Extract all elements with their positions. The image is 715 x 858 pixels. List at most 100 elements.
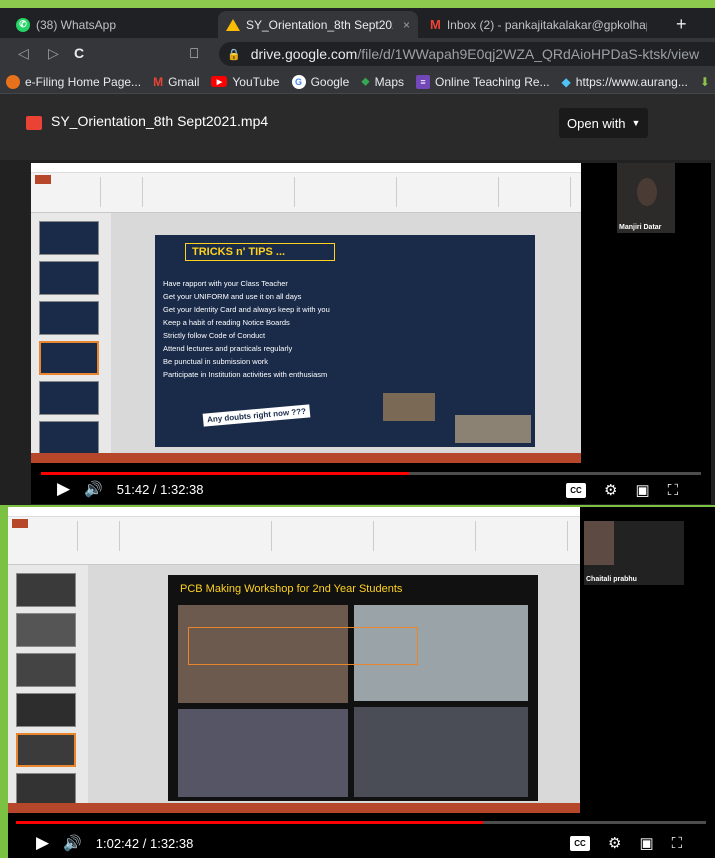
bookmark-aurang[interactable]: ◆ https://www.aurang... xyxy=(562,75,688,89)
tab-drive-video[interactable]: SY_Orientation_8th Sept2021.mp4 × xyxy=(218,11,418,38)
bookmarks-bar: e-Filing Home Page... M Gmail ▶ YouTube GG… xyxy=(0,70,715,94)
whatsapp-icon: ✆ xyxy=(16,17,30,32)
workshop-photo xyxy=(354,707,528,797)
powerpoint-window: PCB Making Workshop for 2nd Year Student… xyxy=(8,507,580,813)
slide-thumbnail[interactable] xyxy=(16,573,76,607)
slide-bullets: Have rapport with your Class Teacher Get… xyxy=(163,277,403,381)
bookmark-maps[interactable]: ⬥ Maps xyxy=(361,74,404,89)
volume-icon[interactable]: 🔊 xyxy=(63,834,82,852)
miniplayer-icon[interactable]: ▣ xyxy=(635,481,649,499)
bookmark-efiling[interactable]: e-Filing Home Page... xyxy=(6,74,141,89)
slide-thumbnail[interactable] xyxy=(16,613,76,647)
ppt-ribbon xyxy=(31,163,581,213)
video-progress-bar[interactable] xyxy=(16,821,706,824)
open-with-button[interactable]: Open with ▼ xyxy=(559,108,649,138)
tab-gmail[interactable]: M Inbox (2) - pankajitakalakar@gpkolhap xyxy=(422,11,662,38)
address-bar[interactable]: 🔒 drive.google.com /file/d/1WWapah9E0qj2… xyxy=(219,42,715,66)
volume-icon[interactable]: 🔊 xyxy=(84,480,103,498)
slide-thumbnail[interactable] xyxy=(16,773,76,807)
video-controls-right: CC ⚙ ▣ ⛶ xyxy=(566,481,678,499)
back-icon[interactable]: ◁ xyxy=(18,45,29,62)
fullscreen-icon[interactable]: ⛶ xyxy=(672,835,683,852)
participant-name: Manjiri Datar xyxy=(619,224,662,231)
bookmark-label: Google xyxy=(310,74,350,89)
top-green-strip xyxy=(0,0,715,8)
video-controls-left: ▶ 🔊 51:42 / 1:32:38 xyxy=(57,479,204,499)
bookmark-icon: ⬇ xyxy=(699,74,710,89)
participant-name: Chaitali prabhu xyxy=(586,576,637,583)
participant-video: Manjiri Datar xyxy=(617,163,675,233)
google-drive-icon xyxy=(226,18,240,31)
new-tab-button[interactable]: + xyxy=(676,15,687,33)
tab-label: (38) WhatsApp xyxy=(36,17,117,32)
bookmark-sa[interactable]: ⬇sa xyxy=(700,75,715,89)
slide-thumbnail[interactable] xyxy=(39,261,99,295)
video-progress-played xyxy=(16,821,484,824)
miniplayer-icon[interactable]: ▣ xyxy=(639,834,653,852)
bookmark-star-icon[interactable]: ⎕ xyxy=(190,45,198,62)
reload-icon[interactable]: C xyxy=(74,45,84,61)
participant-avatar xyxy=(584,521,614,565)
slide-title: TRICKS n' TIPS ... xyxy=(185,243,335,261)
bookmark-online-teaching[interactable]: ≡ Online Teaching Re... xyxy=(416,74,550,89)
tab-label: SY_Orientation_8th Sept2021.mp4 xyxy=(246,17,393,32)
bullet: Participate in Institution activities wi… xyxy=(163,370,328,379)
slide-thumbnail[interactable] xyxy=(16,693,76,727)
bookmark-gmail[interactable]: M Gmail xyxy=(153,75,199,89)
slide-thumbnail[interactable] xyxy=(39,221,99,255)
bookmark-youtube[interactable]: ▶ YouTube xyxy=(211,75,280,89)
bookmark-label: Gmail xyxy=(168,74,200,89)
closed-captions-icon[interactable]: CC xyxy=(566,482,586,498)
bookmark-google[interactable]: G Google xyxy=(291,74,350,89)
play-icon[interactable]: ▶ xyxy=(36,833,49,853)
close-tab-icon[interactable]: × xyxy=(403,18,410,32)
file-name: SY_Orientation_8th Sept2021.mp4 xyxy=(51,113,269,129)
bullet: Have rapport with your Class Teacher xyxy=(163,279,288,288)
url-host: drive.google.com xyxy=(250,46,358,62)
closed-captions-icon[interactable]: CC xyxy=(570,835,590,851)
bullet: Attend lectures and practicals regularly xyxy=(163,344,293,353)
tab-whatsapp[interactable]: ✆ (38) WhatsApp xyxy=(8,11,208,38)
slide-thumbnail[interactable] xyxy=(16,653,76,687)
settings-icon[interactable]: ⚙ xyxy=(604,481,617,499)
browser-toolbar: ◁ ▷ C ⎕ 🔒 drive.google.com /file/d/1WWap… xyxy=(0,38,715,70)
efiling-icon xyxy=(6,74,20,89)
google-icon: G xyxy=(291,74,306,89)
video-progress-bar[interactable] xyxy=(41,472,701,475)
slide-thumbnail[interactable] xyxy=(39,301,99,335)
ppt-ribbon xyxy=(8,507,580,565)
campus-photo xyxy=(383,393,435,421)
link-icon: ◆ xyxy=(561,74,571,89)
video-time: 1:02:42 / 1:32:38 xyxy=(95,835,194,851)
participant-avatar xyxy=(637,178,657,206)
slide-thumbnail-selected[interactable] xyxy=(16,733,76,767)
ppt-status-bar xyxy=(8,803,580,813)
video-player[interactable]: TRICKS n' TIPS ... Have rapport with you… xyxy=(31,163,711,504)
slide-title: PCB Making Workshop for 2nd Year Student… xyxy=(180,583,403,595)
powerpoint-window: TRICKS n' TIPS ... Have rapport with you… xyxy=(31,163,581,463)
gmail-icon: M xyxy=(430,17,441,32)
open-with-label: Open with xyxy=(567,115,626,131)
video-file-icon xyxy=(26,116,42,130)
settings-icon[interactable]: ⚙ xyxy=(608,834,621,852)
slide: TRICKS n' TIPS ... Have rapport with you… xyxy=(155,235,535,447)
participant-video: Chaitali prabhu xyxy=(584,521,684,585)
workshop-photo xyxy=(178,709,348,797)
slide-thumbnail[interactable] xyxy=(39,381,99,415)
bullet: Strictly follow Code of Conduct xyxy=(163,331,266,340)
video-time: 51:42 / 1:32:38 xyxy=(116,481,204,497)
fullscreen-icon[interactable]: ⛶ xyxy=(668,482,679,499)
slide-thumbnails xyxy=(31,213,111,455)
slide-thumbnail[interactable] xyxy=(39,421,99,455)
slide-canvas: PCB Making Workshop for 2nd Year Student… xyxy=(88,565,580,803)
forward-icon[interactable]: ▷ xyxy=(48,45,59,62)
file-header: SY_Orientation_8th Sept2021.mp4 Open wit… xyxy=(0,94,715,160)
youtube-icon: ▶ xyxy=(211,76,228,87)
slide-thumbnails xyxy=(8,565,88,807)
play-icon[interactable]: ▶ xyxy=(57,479,70,499)
maps-icon: ⬥ xyxy=(361,74,370,88)
video-player-2[interactable]: PCB Making Workshop for 2nd Year Student… xyxy=(8,507,715,858)
bookmark-label: https://www.aurang... xyxy=(575,74,688,89)
url-path: /file/d/1WWapah9E0qj2WZA_QRdAioHPDaS-kts… xyxy=(357,46,700,62)
slide-thumbnail-selected[interactable] xyxy=(39,341,99,375)
